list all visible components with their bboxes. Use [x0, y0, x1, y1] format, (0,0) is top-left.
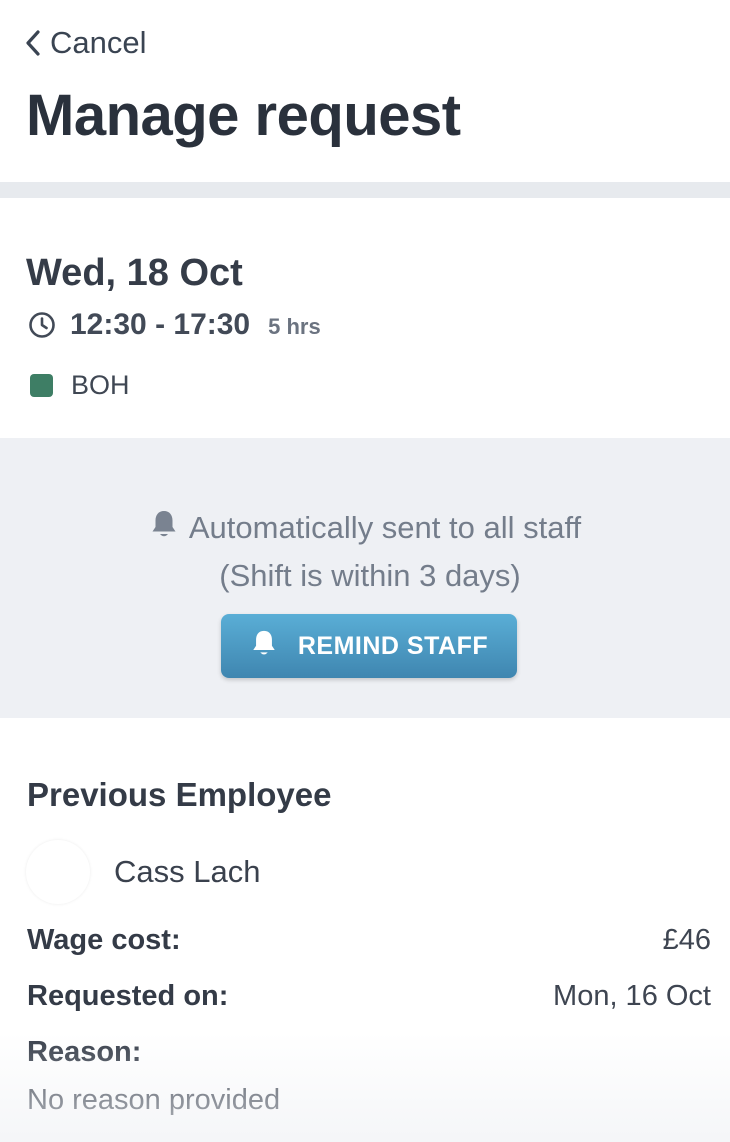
bell-icon [149, 508, 179, 548]
notification-note: (Shift is within 3 days) [219, 558, 521, 593]
clock-icon [28, 311, 56, 339]
avatar [26, 840, 90, 904]
manage-request-screen: Cancel Manage request Wed, 18 Oct 12:30 … [0, 0, 730, 1142]
wage-cost-value: £46 [662, 924, 711, 956]
wage-cost-label: Wage cost: [27, 924, 181, 956]
notification-panel: Automatically sent to all staff (Shift i… [0, 438, 730, 718]
bell-icon [250, 627, 278, 666]
previous-employee-section: Previous Employee Cass Lach Wage cost: £… [0, 718, 730, 1142]
employee-row[interactable]: Cass Lach [26, 840, 260, 904]
area-color-swatch [30, 374, 53, 397]
notification-message: Automatically sent to all staff [188, 510, 582, 545]
requested-on-label: Requested on: [27, 980, 229, 1012]
remind-staff-button[interactable]: REMIND STAFF [221, 614, 517, 678]
wage-cost-row: Wage cost: £46 [27, 924, 711, 957]
chevron-left-icon [24, 29, 42, 57]
employee-name: Cass Lach [114, 854, 261, 889]
reason-value: No reason provided [27, 1084, 281, 1116]
shift-time-row: 12:30 - 17:30 5 hrs [28, 308, 321, 342]
notification-message-row: Automatically sent to all staff [0, 508, 730, 548]
area-row: BOH [30, 370, 130, 401]
shift-time-range: 12:30 - 17:30 [70, 308, 251, 341]
requested-on-value: Mon, 16 Oct [553, 980, 711, 1012]
section-heading: Previous Employee [27, 776, 332, 813]
shift-date: Wed, 18 Oct [26, 252, 243, 294]
cancel-label: Cancel [50, 25, 147, 60]
section-divider [0, 182, 730, 198]
reason-label: Reason: [27, 1036, 142, 1068]
area-label: BOH [71, 370, 130, 400]
header: Cancel Manage request [0, 0, 730, 182]
page-title: Manage request [26, 83, 461, 148]
requested-on-row: Requested on: Mon, 16 Oct [27, 980, 711, 1013]
cancel-button[interactable]: Cancel [24, 24, 147, 62]
remind-staff-label: REMIND STAFF [297, 631, 489, 660]
shift-duration: 5 hrs [268, 314, 321, 339]
shift-details: Wed, 18 Oct 12:30 - 17:30 5 hrs BOH [0, 198, 730, 438]
